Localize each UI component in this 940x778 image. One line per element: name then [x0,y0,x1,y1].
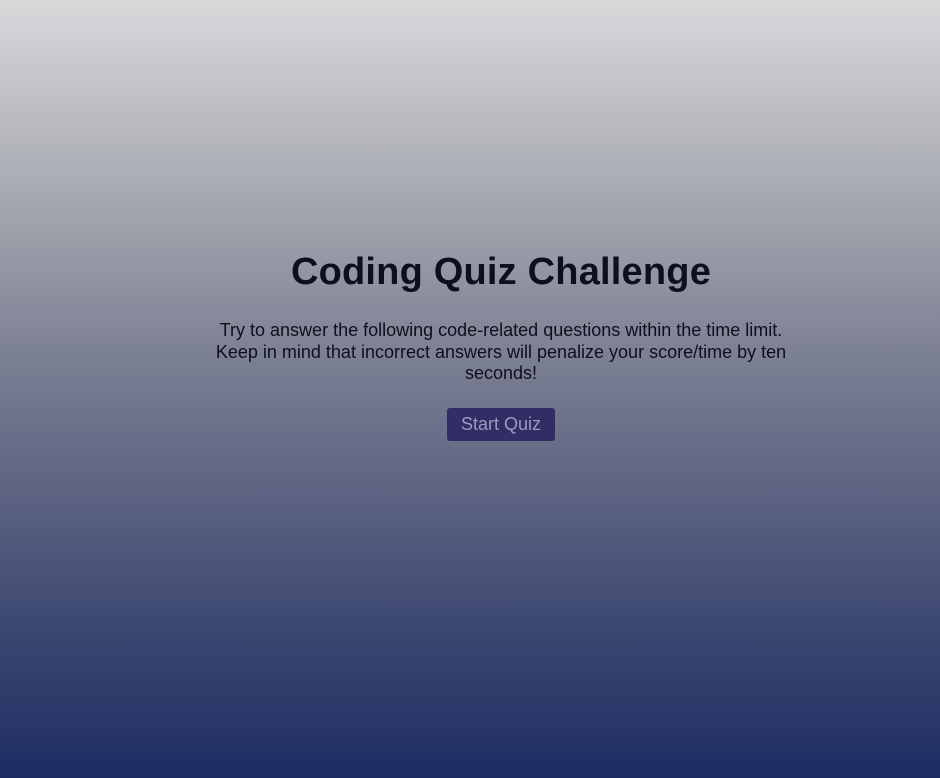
quiz-description: Try to answer the following code-related… [215,320,787,383]
quiz-intro: Coding Quiz Challenge Try to answer the … [200,250,802,441]
quiz-start-screen: Coding Quiz Challenge Try to answer the … [0,0,940,778]
start-quiz-button[interactable]: Start Quiz [446,407,556,441]
page-title: Coding Quiz Challenge [290,251,712,293]
